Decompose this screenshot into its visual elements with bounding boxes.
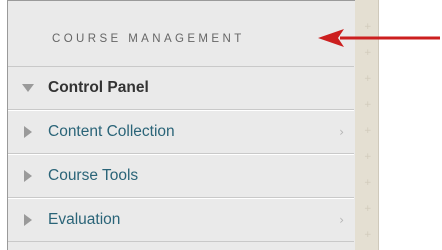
control-panel-header[interactable]: Control Panel [8,66,354,110]
scroll-strip-tick: + [364,152,372,162]
triangle-right-icon [8,126,48,138]
scroll-strip-tick: + [364,100,372,110]
menu-item-evaluation[interactable]: Evaluation › [8,198,354,242]
evaluation-link[interactable]: Evaluation [48,211,120,229]
course-management-heading: COURSE MANAGEMENT [52,33,245,45]
triangle-down-icon [8,84,48,92]
scroll-strip-tick: + [364,126,372,136]
chevron-right-icon[interactable]: › [339,125,344,139]
triangle-right-icon [8,214,48,226]
content-collection-link[interactable]: Content Collection [48,123,175,141]
menu-item-content-collection[interactable]: Content Collection › [8,110,354,154]
scroll-strip-tick: + [364,48,372,58]
scroll-strip-tick: + [364,74,372,84]
scroll-strip-tick: + [364,204,372,214]
chevron-right-icon[interactable]: › [339,213,344,227]
control-panel-label: Control Panel [48,79,149,96]
annotation-arrow-icon [318,29,440,47]
triangle-right-icon [8,170,48,182]
menu-item-course-tools[interactable]: Course Tools [8,154,354,198]
course-tools-link[interactable]: Course Tools [48,167,138,185]
scroll-strip-tick: + [364,178,372,188]
scroll-strip-tick: + [364,230,372,240]
